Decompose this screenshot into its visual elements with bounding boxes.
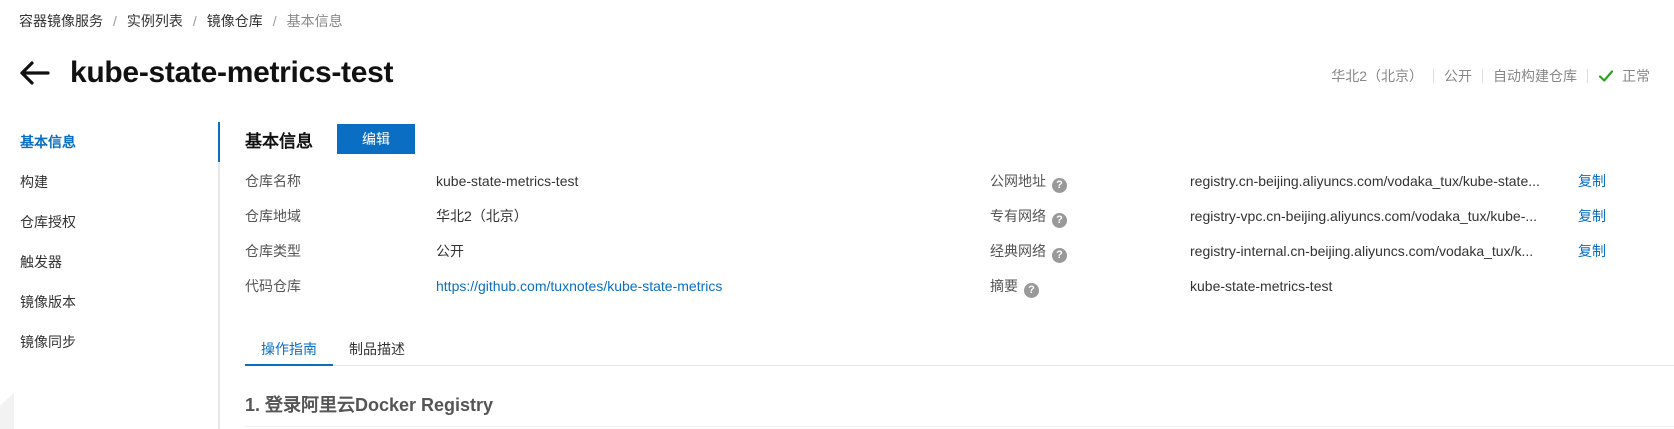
- breadcrumb-separator: /: [192, 13, 197, 29]
- sidebar-item-image-sync[interactable]: 镜像同步: [0, 322, 218, 362]
- sidebar-item-label: 镜像版本: [20, 294, 76, 310]
- info-value-repo-name: kube-state-metrics-test: [436, 173, 579, 189]
- sidebar-item-basic-info[interactable]: 基本信息: [0, 122, 220, 162]
- arrow-left-icon[interactable]: [18, 60, 50, 86]
- status-badge: 正常: [1622, 68, 1650, 84]
- sidebar-item-authorization[interactable]: 仓库授权: [0, 202, 218, 242]
- tab-bar: 操作指南 制品描述: [245, 333, 1674, 366]
- info-label-public-address: 公网地址?: [990, 171, 1067, 193]
- sidebar-item-triggers[interactable]: 触发器: [0, 242, 218, 282]
- copy-classic-address-button[interactable]: 复制: [1578, 241, 1606, 261]
- copy-vpc-address-button[interactable]: 复制: [1578, 206, 1606, 226]
- info-value-region: 华北2（北京）: [436, 208, 528, 224]
- sidebar-item-label: 镜像同步: [20, 334, 76, 350]
- info-label-digest: 摘要?: [990, 276, 1039, 298]
- repo-meta: 华北2（北京） 公开 自动构建仓库 正常: [1331, 66, 1650, 86]
- section-header: 基本信息 编辑: [245, 124, 415, 154]
- info-label-repo-type: 仓库类型: [245, 243, 301, 259]
- sidebar-active-indicator: [218, 122, 220, 162]
- divider: [1433, 69, 1434, 83]
- tab-guide[interactable]: 操作指南: [245, 333, 333, 366]
- question-circle-icon[interactable]: ?: [1024, 283, 1039, 298]
- info-label-repo-name: 仓库名称: [245, 173, 301, 189]
- breadcrumb-item-repos[interactable]: 镜像仓库: [207, 11, 263, 31]
- sidebar-item-image-versions[interactable]: 镜像版本: [0, 282, 218, 322]
- question-circle-icon[interactable]: ?: [1052, 248, 1067, 263]
- info-label-region: 仓库地域: [245, 208, 301, 224]
- visibility-tag: 公开: [1444, 68, 1472, 84]
- info-value-code-repo: https://github.com/tuxnotes/kube-state-m…: [436, 276, 722, 296]
- sidebar-item-label: 仓库授权: [20, 214, 76, 230]
- build-type-tag: 自动构建仓库: [1493, 68, 1577, 84]
- question-circle-icon[interactable]: ?: [1052, 213, 1067, 228]
- step-title: 1. 登录阿里云Docker Registry: [245, 395, 494, 415]
- breadcrumb-item-instances[interactable]: 实例列表: [127, 11, 183, 31]
- breadcrumb-separator: /: [272, 13, 277, 29]
- tab-artifact-description[interactable]: 制品描述: [333, 333, 421, 365]
- section-title: 基本信息: [245, 131, 313, 151]
- question-circle-icon[interactable]: ?: [1052, 178, 1067, 193]
- info-value-repo-type: 公开: [436, 243, 464, 259]
- divider: [1482, 69, 1483, 83]
- divider: [245, 426, 1674, 427]
- divider: [1587, 69, 1588, 83]
- info-label-code-repo: 代码仓库: [245, 278, 301, 294]
- info-value-classic-network: registry-internal.cn-beijing.aliyuncs.co…: [1190, 243, 1534, 259]
- page-title: kube-state-metrics-test: [70, 56, 394, 89]
- info-value-digest: kube-state-metrics-test: [1190, 278, 1333, 294]
- sidebar-item-label: 构建: [20, 174, 48, 190]
- region-tag: 华北2（北京）: [1331, 68, 1423, 84]
- breadcrumb-item-current: 基本信息: [286, 13, 343, 29]
- sidebar: 基本信息 构建 仓库授权 触发器 镜像版本 镜像同步: [0, 122, 220, 429]
- copy-public-address-button[interactable]: 复制: [1578, 171, 1606, 191]
- info-label-classic-network: 经典网络?: [990, 241, 1067, 263]
- sidebar-item-build[interactable]: 构建: [0, 162, 218, 202]
- edit-button[interactable]: 编辑: [337, 124, 415, 154]
- breadcrumb-separator: /: [113, 13, 117, 29]
- breadcrumb: 容器镜像服务 / 实例列表 / 镜像仓库 / 基本信息: [19, 11, 343, 31]
- info-label-vpc: 专有网络?: [990, 206, 1067, 228]
- code-repo-link[interactable]: https://github.com/tuxnotes/kube-state-m…: [436, 278, 722, 294]
- sidebar-item-label: 触发器: [20, 254, 62, 270]
- sidebar-item-label: 基本信息: [20, 134, 76, 150]
- info-value-public-address: registry.cn-beijing.aliyuncs.com/vodaka_…: [1190, 173, 1540, 189]
- info-value-vpc: registry-vpc.cn-beijing.aliyuncs.com/vod…: [1190, 208, 1538, 224]
- breadcrumb-item-service[interactable]: 容器镜像服务: [19, 11, 103, 31]
- check-icon: [1598, 70, 1614, 82]
